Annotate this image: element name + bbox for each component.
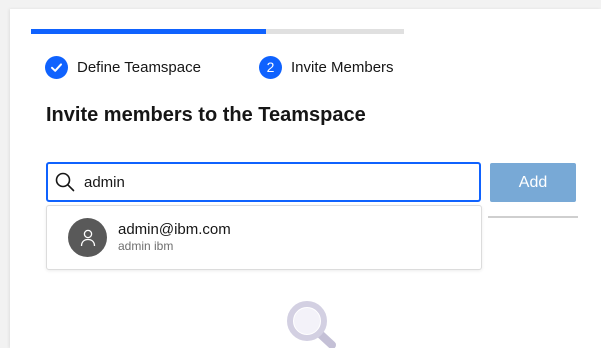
suggestion-item[interactable]: admin@ibm.com admin ibm [47, 206, 481, 269]
step-number-indicator: 2 [259, 55, 282, 79]
step-label: Invite Members [291, 58, 394, 76]
magnifier-illustration-icon [287, 301, 336, 348]
divider [488, 216, 578, 218]
progress-bar-fill [31, 29, 266, 34]
step-label: Define Teamspace [77, 58, 201, 76]
step-invite-members[interactable]: 2 Invite Members [259, 53, 394, 81]
search-icon [55, 172, 75, 192]
avatar [68, 218, 107, 257]
suggestion-dropdown: admin@ibm.com admin ibm [46, 205, 482, 270]
add-button[interactable]: Add [490, 163, 576, 202]
suggestion-email: admin@ibm.com [118, 221, 231, 238]
checkmark-icon [51, 62, 62, 72]
search-input[interactable] [84, 164, 464, 200]
member-search-field[interactable] [46, 162, 481, 202]
wizard-panel: Define Teamspace 2 Invite Members Invite… [10, 9, 601, 348]
suggestion-text: admin@ibm.com admin ibm [118, 221, 231, 254]
progress-bar [31, 29, 404, 34]
page-title: Invite members to the Teamspace [46, 104, 366, 126]
user-icon [80, 229, 95, 246]
step-completed-indicator [45, 55, 68, 79]
step-define-teamspace[interactable]: Define Teamspace [45, 53, 201, 81]
suggestion-name: admin ibm [118, 239, 174, 253]
